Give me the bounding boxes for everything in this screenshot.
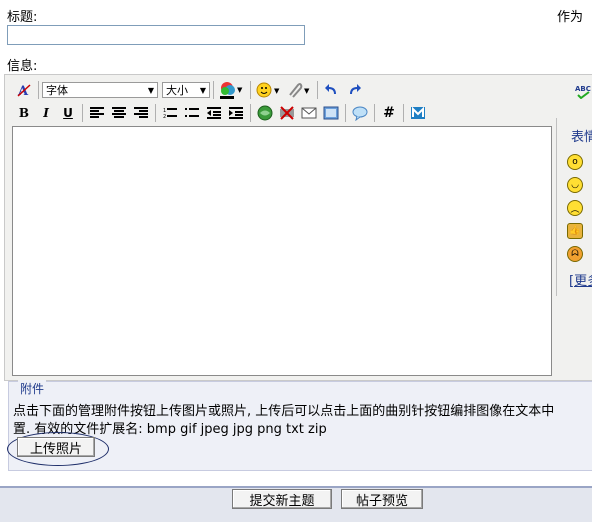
size-select-label: 大小 (166, 84, 188, 97)
angry-smiley-icon[interactable]: ᗣ (567, 246, 583, 262)
ordered-list-icon[interactable]: 12 (161, 104, 179, 122)
message-label: 信息: (7, 59, 38, 74)
hash-button[interactable]: # (380, 104, 398, 122)
outdent-icon[interactable] (205, 104, 223, 122)
italic-button[interactable]: I (37, 104, 55, 122)
align-left-icon[interactable] (88, 104, 106, 122)
text-color-icon[interactable]: ▼ (219, 81, 245, 99)
chevron-down-icon: ▼ (199, 85, 207, 95)
toolbar-separator (82, 104, 83, 122)
attachments-legend: 附件 (18, 380, 47, 397)
remove-format-icon[interactable]: A (15, 81, 33, 99)
spellcheck-icon[interactable]: ABC (575, 83, 592, 102)
svg-text:▼: ▼ (274, 87, 280, 95)
toolbar-separator (345, 104, 346, 122)
smiley-icon[interactable]: ▼ (256, 81, 282, 99)
align-right-icon[interactable] (132, 104, 150, 122)
toolbar-separator (250, 81, 251, 99)
toolbar-separator (155, 104, 156, 122)
toolbar-separator (250, 104, 251, 122)
title-input[interactable] (7, 25, 305, 45)
media-icon[interactable] (409, 104, 427, 122)
smile-smiley-icon[interactable]: ◡ (567, 177, 583, 193)
title-label: 标题: (7, 10, 38, 25)
toolbar-separator (213, 81, 214, 99)
more-emoji-link[interactable]: [更多 (569, 270, 592, 289)
attachments-help-line-1: 点击下面的管理附件按钮上传图片或照片, 上传后可以点击上面的曲别针按钮编排图像在… (13, 404, 555, 419)
svg-text:2: 2 (163, 114, 166, 119)
toolbar-separator (317, 81, 318, 99)
undo-icon[interactable] (323, 81, 341, 99)
unlink-icon[interactable] (278, 104, 296, 122)
svg-text:▼: ▼ (237, 86, 243, 94)
underline-button[interactable]: U (59, 104, 77, 122)
submit-new-topic-button[interactable]: 提交新主题 (232, 489, 332, 509)
toolbar-row-2: B I U 12 # (13, 102, 429, 124)
emoji-panel-title: 表情 (571, 130, 592, 145)
indent-icon[interactable] (227, 104, 245, 122)
as-label: 作为 (557, 10, 584, 25)
toolbar-row-1: A 字体 ▼ 大小 ▼ ▼ ▼ ▼ (13, 79, 365, 101)
toolbar-separator (403, 104, 404, 122)
unordered-list-icon[interactable] (183, 104, 201, 122)
toolbar-separator (374, 104, 375, 122)
email-icon[interactable] (300, 104, 318, 122)
redo-icon[interactable] (345, 81, 363, 99)
bold-button[interactable]: B (15, 104, 33, 122)
quote-icon[interactable] (351, 104, 369, 122)
sad-smiley-icon[interactable]: ︵ (567, 200, 583, 216)
paperclip-icon[interactable]: ▼ (286, 81, 312, 99)
insert-image-icon[interactable] (322, 104, 340, 122)
font-select-label: 字体 (46, 84, 68, 97)
preview-post-button[interactable]: 帖子预览 (341, 489, 423, 509)
toolbar-separator (38, 81, 39, 99)
thumbs-up-icon[interactable]: 👍 (567, 223, 583, 239)
upload-photo-button[interactable]: 上传照片 (17, 437, 95, 457)
insert-link-icon[interactable] (256, 104, 274, 122)
font-select[interactable]: 字体 ▼ (42, 82, 158, 98)
message-editor[interactable] (12, 126, 552, 376)
size-select[interactable]: 大小 ▼ (162, 82, 210, 98)
surprised-smiley-icon[interactable]: o (567, 154, 583, 170)
svg-text:▼: ▼ (304, 87, 310, 95)
align-center-icon[interactable] (110, 104, 128, 122)
emoji-panel: 表情 o ◡ ︵ 👍 ᗣ [更多 (556, 118, 592, 296)
chevron-down-icon: ▼ (147, 85, 155, 95)
